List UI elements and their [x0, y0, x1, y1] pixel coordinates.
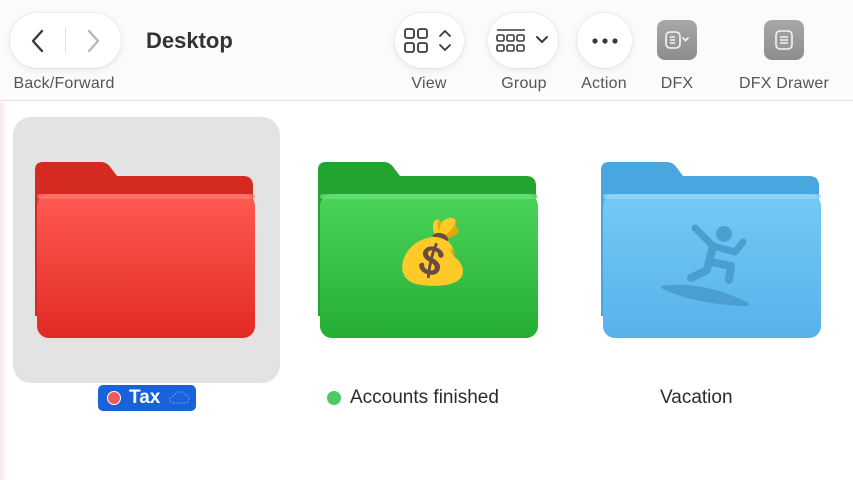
file-name-tax[interactable]: Tax [98, 385, 197, 411]
group-button[interactable] [488, 13, 558, 68]
icon-grid-view-icon [403, 27, 451, 53]
dfx-drawer-button[interactable] [764, 20, 804, 60]
file-name-accounts-finished[interactable]: Accounts finished [327, 385, 499, 411]
file-label: Tax [129, 387, 161, 408]
file-name-vacation[interactable]: Vacation [660, 385, 733, 411]
folder-vacation[interactable] [601, 158, 823, 340]
folder-tax[interactable] [35, 158, 257, 340]
back-button[interactable] [10, 13, 65, 68]
red-tag-icon [107, 391, 121, 405]
file-label: Accounts finished [350, 387, 499, 408]
dfx-drawer-label: DFX Drawer [738, 75, 830, 92]
chevron-left-icon [31, 29, 43, 52]
file-label: Vacation [660, 387, 733, 408]
view-button[interactable] [395, 13, 464, 68]
money-bag-icon: 💰 [394, 218, 472, 287]
group-grid-icon [496, 28, 548, 52]
dfx-label: DFX [660, 75, 694, 92]
forward-button[interactable] [65, 13, 120, 68]
window-title: Desktop [146, 28, 233, 53]
action-label: Action [581, 75, 627, 92]
icloud-icon [168, 391, 191, 405]
action-button[interactable] [577, 13, 632, 68]
red-folder-icon [35, 162, 255, 338]
view-label: View [411, 75, 447, 92]
dfx-drawer-app-icon [775, 30, 793, 50]
blue-folder-icon [601, 162, 821, 338]
group-label: Group [501, 75, 547, 92]
folder-accounts-finished[interactable]: 💰 [318, 158, 540, 340]
green-tag-icon [327, 391, 341, 405]
dfx-button[interactable] [657, 20, 697, 60]
back-forward-label: Back/Forward [13, 75, 115, 92]
ellipsis-icon [591, 37, 618, 44]
back-forward-control [10, 13, 121, 68]
toolbar: Back/Forward Desktop View Group Action D… [0, 0, 853, 101]
file-grid: Tax 💰 Accounts finished Vacation [0, 102, 853, 480]
dfx-app-icon [665, 31, 689, 49]
chevron-right-icon [87, 29, 99, 52]
